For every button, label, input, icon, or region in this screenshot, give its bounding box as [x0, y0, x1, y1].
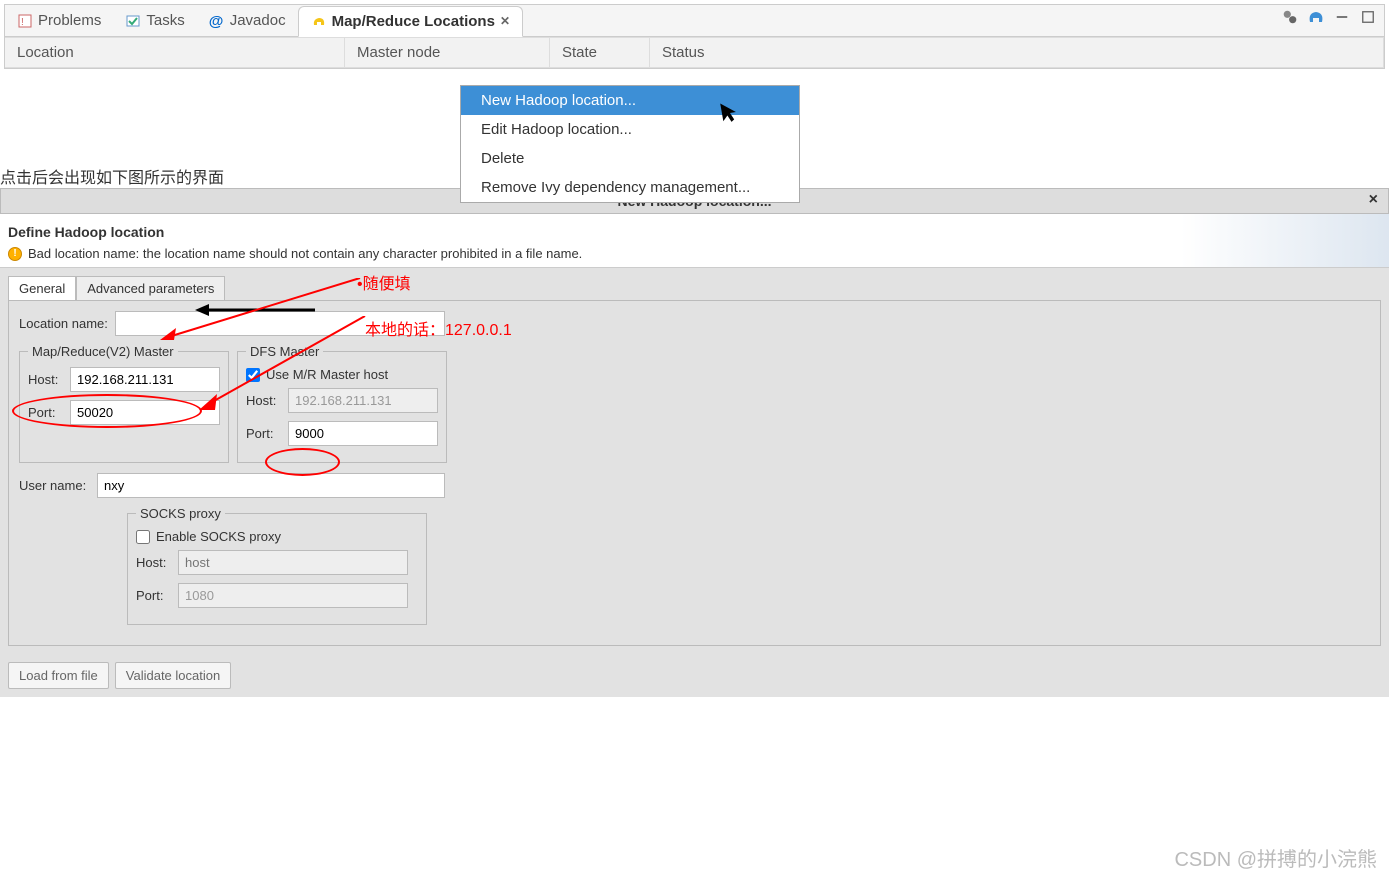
mr-port-label: Port:: [28, 405, 64, 420]
user-name-input[interactable]: [97, 473, 445, 498]
dfs-port-label: Port:: [246, 426, 282, 441]
enable-socks-checkbox[interactable]: [136, 530, 150, 544]
mr-legend: Map/Reduce(V2) Master: [28, 344, 178, 359]
dialog-close-button[interactable]: ×: [1369, 191, 1378, 209]
cursor-icon: [718, 98, 742, 127]
load-from-file-button[interactable]: Load from file: [8, 662, 109, 689]
mr-host-label: Host:: [28, 372, 64, 387]
svg-text:!: !: [21, 17, 24, 28]
menu-edit-hadoop-location[interactable]: Edit Hadoop location...: [461, 115, 799, 144]
location-name-label: Location name:: [19, 316, 109, 331]
tab-mapreduce-locations[interactable]: Map/Reduce Locations ✕: [298, 6, 523, 37]
tab-tasks[interactable]: Tasks: [113, 6, 196, 35]
socks-proxy-group: SOCKS proxy Enable SOCKS proxy Host: Por…: [127, 506, 427, 625]
elephant-blue-icon[interactable]: [1306, 7, 1326, 27]
locations-table-header: Location Master node State Status: [5, 37, 1384, 68]
menu-remove-ivy[interactable]: Remove Ivy dependency management...: [461, 173, 799, 202]
dfs-port-input[interactable]: [288, 421, 438, 446]
close-icon[interactable]: ✕: [500, 14, 510, 28]
tab-problems-label: Problems: [38, 12, 101, 29]
socks-port-input: [178, 583, 408, 608]
socks-host-input: [178, 550, 408, 575]
tab-javadoc-label: Javadoc: [230, 12, 286, 29]
tab-mapreduce-label: Map/Reduce Locations: [332, 13, 495, 30]
context-menu: New Hadoop location... Edit Hadoop locat…: [460, 85, 800, 203]
javadoc-icon: @: [209, 13, 225, 29]
col-status[interactable]: Status: [650, 38, 1384, 67]
maximize-icon[interactable]: [1358, 7, 1378, 27]
annotation-2: 本地的话：127.0.0.1: [365, 316, 512, 340]
col-state[interactable]: State: [550, 38, 650, 67]
tab-general[interactable]: General: [8, 276, 76, 300]
col-master[interactable]: Master node: [345, 38, 550, 67]
socks-host-label: Host:: [136, 555, 172, 570]
tab-problems[interactable]: ! Problems: [5, 6, 113, 35]
elephant-icon: [311, 13, 327, 29]
dialog-header: Define Hadoop location ! Bad location na…: [0, 214, 1389, 268]
problems-icon: !: [17, 13, 33, 29]
tasks-icon: [125, 13, 141, 29]
view-tabs: ! Problems Tasks @ Javadoc Map/Reduce Lo…: [5, 5, 1384, 37]
user-name-label: User name:: [19, 478, 91, 493]
socks-legend: SOCKS proxy: [136, 506, 225, 521]
col-location[interactable]: Location: [5, 38, 345, 67]
socks-port-label: Port:: [136, 588, 172, 603]
validate-location-button[interactable]: Validate location: [115, 662, 231, 689]
warning-icon: !: [8, 247, 22, 261]
menu-delete[interactable]: Delete: [461, 144, 799, 173]
tab-javadoc[interactable]: @ Javadoc: [197, 6, 298, 35]
annotation-arrow-red-2: [195, 316, 375, 416]
tab-tasks-label: Tasks: [146, 12, 184, 29]
watermark: CSDN @拼搏的小浣熊: [1174, 843, 1377, 872]
minimize-icon[interactable]: [1332, 7, 1352, 27]
menu-new-hadoop-location[interactable]: New Hadoop location...: [461, 86, 799, 115]
dialog-warning-text: Bad location name: the location name sho…: [28, 246, 582, 261]
dialog-subtitle: Define Hadoop location: [8, 224, 1381, 240]
enable-socks-label: Enable SOCKS proxy: [156, 529, 281, 544]
gears-icon[interactable]: [1280, 7, 1300, 27]
